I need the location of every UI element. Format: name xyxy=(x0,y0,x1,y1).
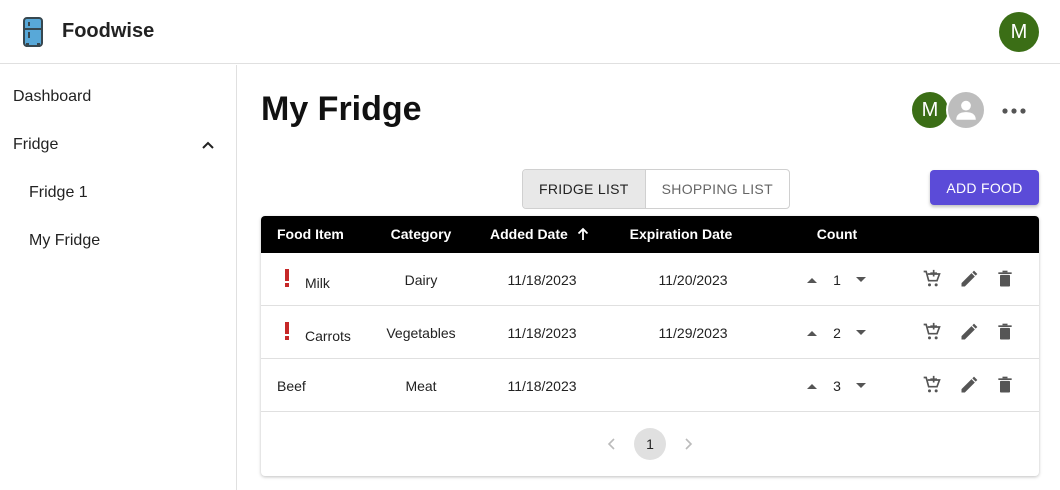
app-bar: Foodwise M xyxy=(0,0,1060,64)
column-header-expiration-date[interactable]: Expiration Date xyxy=(630,226,733,242)
decrement-icon[interactable] xyxy=(855,276,867,284)
category-cell: Vegetables xyxy=(386,325,456,341)
main-content: My Fridge M FRIDGE LIST SHOPPING LIST AD… xyxy=(237,65,1060,490)
page-title: My Fridge xyxy=(261,90,422,128)
chevron-up-icon xyxy=(202,141,214,149)
arrow-up-icon xyxy=(577,227,588,240)
edit-icon[interactable] xyxy=(959,375,979,395)
more-options-icon[interactable] xyxy=(1000,103,1028,119)
app-name: Foodwise xyxy=(62,20,155,42)
food-item-cell: Beef xyxy=(277,378,306,394)
increment-icon[interactable] xyxy=(806,329,818,337)
column-header-label: Added Date xyxy=(490,226,568,242)
table-row: Milk Dairy 11/18/2023 11/20/2023 1 xyxy=(261,253,1039,306)
expiration-date-cell: 11/29/2023 xyxy=(658,325,728,341)
decrement-icon[interactable] xyxy=(855,382,867,390)
table-header: Food Item Category Added Date Expiration… xyxy=(261,216,1039,253)
chevron-right-icon xyxy=(685,438,693,450)
food-table: Food Item Category Added Date Expiration… xyxy=(261,216,1039,476)
fridge-logo-icon xyxy=(23,17,43,47)
food-item-cell: Carrots xyxy=(305,328,351,344)
list-toggle: FRIDGE LIST SHOPPING LIST xyxy=(522,169,790,209)
count-value: 3 xyxy=(833,378,841,394)
sidebar-item-fridge[interactable]: Fridge xyxy=(0,121,236,169)
sidebar-item-label: Fridge xyxy=(13,136,59,153)
count-value: 1 xyxy=(833,272,841,288)
user-avatar[interactable]: M xyxy=(999,12,1039,52)
table-row: Beef Meat 11/18/2023 3 xyxy=(261,359,1039,412)
sidebar-item-label: Dashboard xyxy=(13,88,92,105)
category-cell: Dairy xyxy=(404,272,438,288)
pagination: 1 xyxy=(261,428,1039,460)
food-item-cell: Milk xyxy=(305,275,330,291)
member-avatar[interactable]: M xyxy=(910,90,950,130)
count-value: 2 xyxy=(833,325,841,341)
previous-page-button[interactable] xyxy=(596,428,628,460)
warning-icon xyxy=(285,322,289,340)
column-header-category[interactable]: Category xyxy=(391,226,452,242)
added-date-cell: 11/18/2023 xyxy=(507,325,577,341)
tab-fridge-list[interactable]: FRIDGE LIST xyxy=(523,170,646,208)
add-to-cart-icon[interactable] xyxy=(922,322,942,342)
sidebar-item-fridge-1[interactable]: Fridge 1 xyxy=(0,169,236,217)
add-food-button[interactable]: ADD FOOD xyxy=(930,170,1039,205)
added-date-cell: 11/18/2023 xyxy=(507,272,577,288)
category-cell: Meat xyxy=(405,378,437,394)
column-header-count[interactable]: Count xyxy=(817,226,857,242)
table-row: Carrots Vegetables 11/18/2023 11/29/2023… xyxy=(261,306,1039,359)
add-to-cart-icon[interactable] xyxy=(922,269,942,289)
sidebar-item-my-fridge[interactable]: My Fridge xyxy=(0,217,236,265)
next-page-button[interactable] xyxy=(672,428,704,460)
page-number-button[interactable]: 1 xyxy=(634,428,666,460)
sidebar-item-label: My Fridge xyxy=(29,232,101,249)
tab-shopping-list[interactable]: SHOPPING LIST xyxy=(646,170,789,208)
sidebar: Dashboard Fridge Fridge 1 My Fridge xyxy=(0,65,237,490)
edit-icon[interactable] xyxy=(959,269,979,289)
chevron-left-icon xyxy=(607,438,615,450)
sidebar-item-dashboard[interactable]: Dashboard xyxy=(0,73,236,121)
add-to-cart-icon[interactable] xyxy=(922,375,942,395)
anonymous-avatar[interactable] xyxy=(946,90,986,130)
delete-icon[interactable] xyxy=(995,322,1015,342)
delete-icon[interactable] xyxy=(995,375,1015,395)
person-icon xyxy=(956,100,976,120)
added-date-cell: 11/18/2023 xyxy=(507,378,577,394)
increment-icon[interactable] xyxy=(806,382,818,390)
decrement-icon[interactable] xyxy=(855,329,867,337)
delete-icon[interactable] xyxy=(995,269,1015,289)
expiration-date-cell: 11/20/2023 xyxy=(658,272,728,288)
increment-icon[interactable] xyxy=(806,276,818,284)
column-header-food-item[interactable]: Food Item xyxy=(277,226,344,242)
edit-icon[interactable] xyxy=(959,322,979,342)
warning-icon xyxy=(285,269,289,287)
sidebar-item-label: Fridge 1 xyxy=(29,184,88,201)
column-header-added-date[interactable]: Added Date xyxy=(490,226,590,242)
